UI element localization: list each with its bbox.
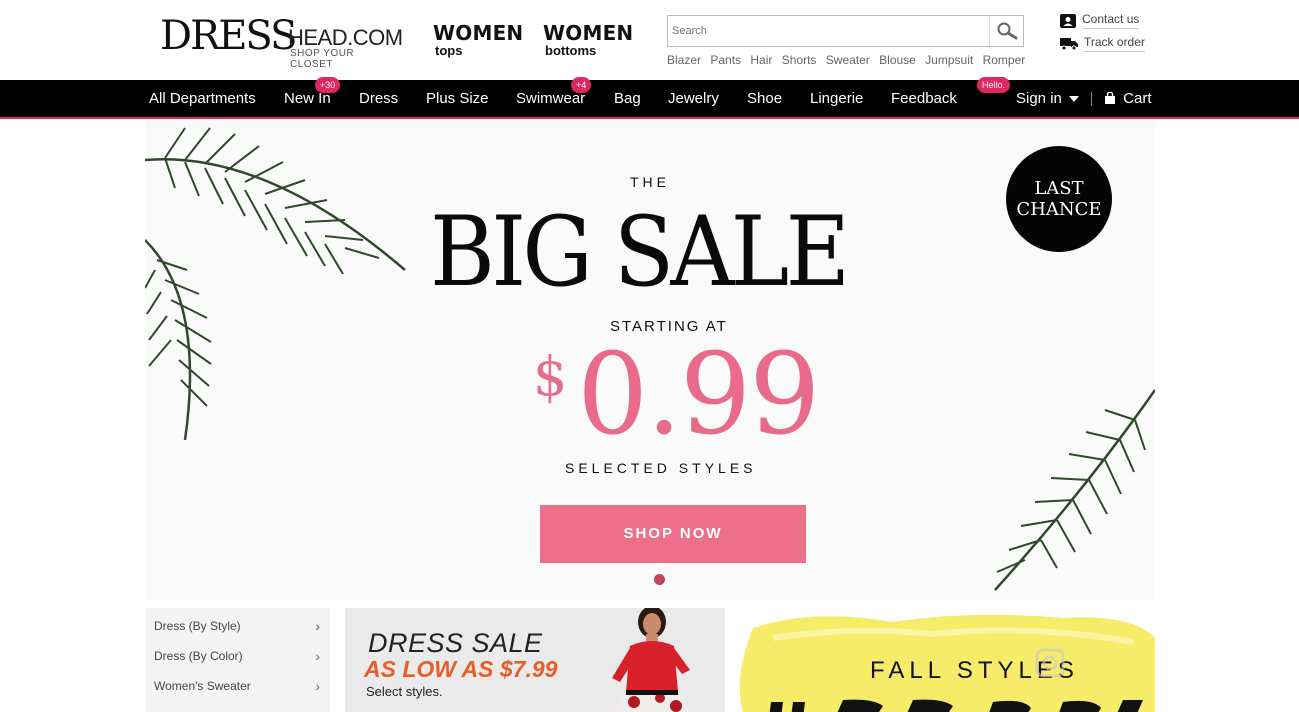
feedback-badge: Hello. [977,77,1011,93]
banner-currency: $ [533,345,568,408]
banner-selected-styles: SELECTED STYLES [565,460,757,476]
contact-card-icon [1060,13,1076,28]
hot-word[interactable]: Blazer [667,53,701,67]
category-item-dress-by-style[interactable]: Dress (By Style) › [146,611,330,641]
women-bottoms-link[interactable]: WOMEN bottoms [543,22,633,58]
logo-tagline: SHOP YOUR CLOSET [290,48,355,70]
last-chance-stamp: LAST CHANCE [1006,146,1112,252]
sign-in-label: Sign in [1016,90,1062,107]
carousel-dot[interactable] [654,574,665,585]
watermark-logo [1035,648,1065,678]
swimwear-count-badge: +4 [571,77,592,93]
delivery-truck-icon [1060,37,1078,50]
women-tops-link[interactable]: WOMEN tops [433,22,523,58]
hot-word[interactable]: Hair [750,53,772,67]
stamp-line-2: CHANCE [1016,199,1102,220]
hot-word[interactable]: Romper [983,53,1026,67]
hot-search-words: Blazer Pants Hair Shorts Sweater Blouse … [667,53,1031,67]
discount-text-partial [769,699,1143,712]
dress-sale-promo[interactable]: DRESS SALE AS LOW AS $7.99 Select styles… [345,608,725,712]
sign-in-menu[interactable]: Sign in [1016,80,1080,117]
main-nav: All Departments New In +30 Dress Plus Si… [0,77,1299,119]
hot-word[interactable]: Shorts [782,53,817,67]
cart-label: Cart [1123,90,1152,107]
nav-shoe[interactable]: Shoe [747,80,782,117]
banner-headline: BIG SALE [430,196,850,308]
women-bottoms-subtitle: bottoms [545,43,597,58]
fall-styles-promo[interactable]: FALL STYLES [733,608,1155,712]
shop-now-button[interactable]: SHOP NOW [540,505,806,563]
shopping-bag-icon [1105,91,1115,104]
women-bottoms-title: WOMEN [543,21,634,45]
dress-sale-title: DRESS SALE [368,628,543,658]
model-figure-image [612,608,690,712]
logo-wordmark: DRESS [160,13,297,59]
palm-leaf-left [145,127,406,441]
contact-us-link[interactable]: Contact us [1060,12,1140,29]
category-item-label: Dress (By Color) [154,649,243,663]
category-item-label: Dress (By Style) [154,619,241,633]
hot-word[interactable]: Pants [710,53,741,67]
page: DRESS HEAD.COM SHOP YOUR CLOSET WOMEN to… [0,0,1299,712]
search-input[interactable] [668,16,988,46]
palm-leaf-right [994,389,1155,591]
hot-word[interactable]: Sweater [826,53,870,67]
category-item-womens-sweater[interactable]: Women's Sweater › [146,671,330,701]
category-menu: Dress (By Style) › Dress (By Color) › Wo… [146,608,330,712]
nav-jewelry[interactable]: Jewelry [668,80,719,117]
nav-bag[interactable]: Bag [614,80,641,117]
banner-the: THE [630,174,670,190]
watermark-icon [1035,648,1065,678]
women-tops-title: WOMEN [433,21,524,45]
chevron-right-icon: › [315,618,320,634]
stamp-line-1: LAST [1034,178,1084,199]
category-item-dress-by-color[interactable]: Dress (By Color) › [146,641,330,671]
nav-lingerie[interactable]: Lingerie [810,80,863,117]
nav-plus-size[interactable]: Plus Size [426,80,489,117]
hero-banner[interactable]: THE BIG SALE STARTING AT $ 0.99 SELECTED… [145,120,1155,600]
search-icon [997,22,1017,40]
search-button[interactable] [989,16,1023,46]
site-logo[interactable]: DRESS HEAD.COM SHOP YOUR CLOSET [160,10,403,70]
hot-word[interactable]: Blouse [879,53,916,67]
dress-sale-price: AS LOW AS $7.99 [364,656,558,682]
nav-all-departments[interactable]: All Departments [149,80,256,117]
category-item-label: Women's Sweater [154,679,251,693]
track-order-link[interactable]: Track order [1060,35,1145,52]
chevron-right-icon: › [315,678,320,694]
search-bar [667,15,1024,47]
contact-us-label: Contact us [1082,12,1140,29]
nav-divider [1091,92,1092,106]
track-order-label: Track order [1084,35,1145,52]
dress-sale-note: Select styles. [366,684,443,699]
chevron-right-icon: › [315,648,320,664]
nav-feedback[interactable]: Feedback [891,80,957,117]
banner-price: 0.99 [577,330,820,460]
caret-down-icon [1069,96,1080,102]
women-tops-subtitle: tops [435,43,463,58]
new-in-count-badge: +30 [315,77,341,93]
nav-dress[interactable]: Dress [359,80,398,117]
site-header: DRESS HEAD.COM SHOP YOUR CLOSET WOMEN to… [0,0,1299,80]
cart-link[interactable]: Cart [1104,80,1152,117]
hot-word[interactable]: Jumpsuit [925,53,973,67]
